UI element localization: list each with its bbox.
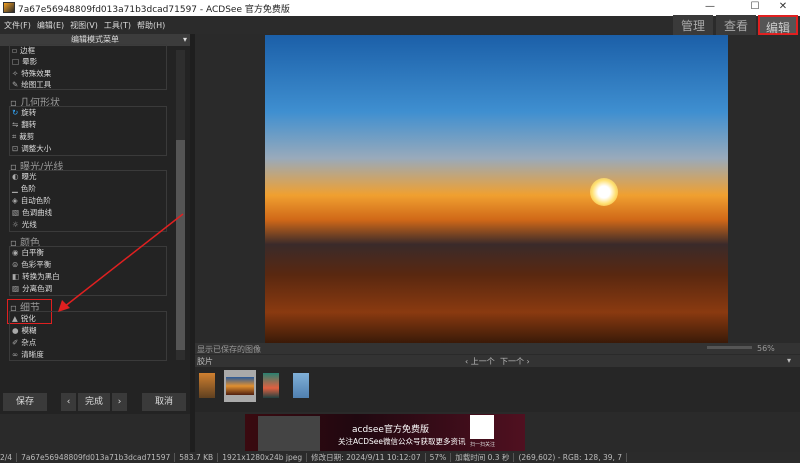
next-link[interactable]: 下一个 › bbox=[500, 356, 530, 367]
status-load-time: 加载时间 0.3 秒 bbox=[455, 453, 515, 462]
prev-button[interactable]: ‹ bbox=[61, 393, 76, 411]
status-bar: 2/4 7a67e56948809fd013a71b3dcad71597 583.7… bbox=[0, 452, 800, 463]
status-dimensions: 1921x1280x24b jpeg bbox=[222, 453, 308, 462]
filmstrip-menu-icon[interactable]: ▾ bbox=[787, 356, 791, 365]
filmstrip bbox=[195, 367, 800, 412]
ad-screenshot bbox=[258, 416, 320, 451]
zoom-level: 56% bbox=[757, 344, 775, 353]
thumbnail-4[interactable] bbox=[293, 373, 309, 398]
qr-caption: 扫一扫关注 bbox=[470, 442, 496, 448]
status-index: 2/4 bbox=[0, 453, 18, 462]
show-saved-label[interactable]: 显示已保存的图像 bbox=[197, 344, 261, 355]
cancel-button[interactable]: 取消 bbox=[142, 393, 186, 411]
zoom-slider[interactable] bbox=[707, 346, 752, 349]
ad-banner[interactable]: acdsee官方免费版 关注ACDSee微信公众号获取更多资讯 扫一扫关注 bbox=[245, 414, 525, 451]
done-button[interactable]: 完成 bbox=[78, 393, 110, 411]
status-filename: 7a67e56948809fd013a71b3dcad71597 bbox=[21, 453, 176, 462]
thumbnail-1[interactable] bbox=[199, 373, 215, 398]
status-size: 583.7 KB bbox=[179, 453, 219, 462]
ad-text: 关注ACDSee微信公众号获取更多资讯 bbox=[338, 437, 466, 446]
image-preview bbox=[265, 35, 728, 343]
thumbnail-2[interactable] bbox=[226, 377, 254, 395]
filmstrip-title: 胶片 bbox=[197, 357, 213, 366]
thumbnail-3[interactable] bbox=[263, 373, 279, 398]
filmstrip-header: 胶片 ‹ 上一个 下一个 › ▾ bbox=[195, 355, 800, 367]
next-button[interactable]: › bbox=[112, 393, 127, 411]
image-info-bar: 显示已保存的图像 56% bbox=[195, 343, 800, 354]
save-button[interactable]: 保存 bbox=[3, 393, 47, 411]
status-modified: 修改日期: 2024/9/11 10:12:07 bbox=[311, 453, 426, 462]
previous-link[interactable]: ‹ 上一个 bbox=[465, 356, 495, 367]
status-pixel: (269,602) - RGB: 128, 39, 7 bbox=[518, 453, 628, 462]
sun bbox=[590, 178, 618, 206]
status-zoom: 57% bbox=[429, 453, 452, 462]
ad-brand: acdsee官方免费版 bbox=[352, 425, 429, 435]
qr-code bbox=[470, 415, 494, 439]
